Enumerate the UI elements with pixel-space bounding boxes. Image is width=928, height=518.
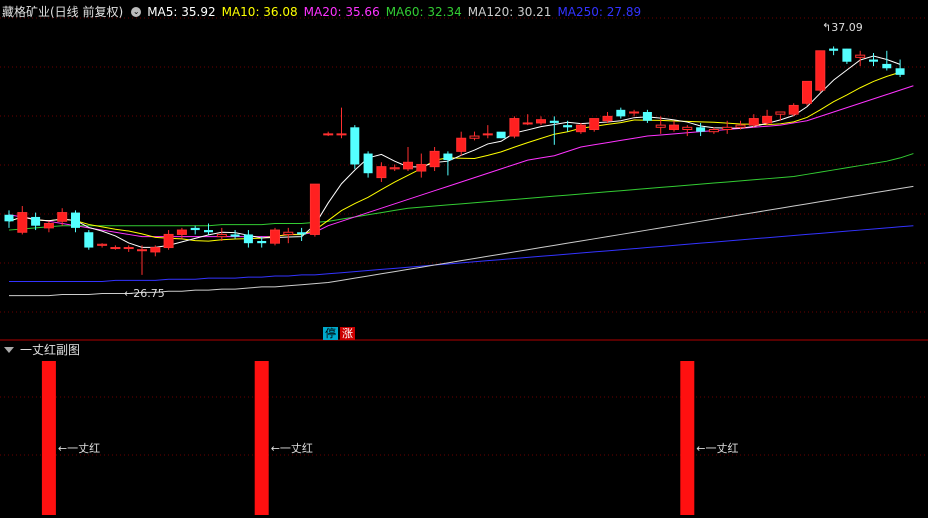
candle-body[interactable]	[655, 124, 666, 128]
candle-body[interactable]	[17, 212, 28, 233]
candle-body[interactable]	[297, 232, 307, 235]
sub-panel-title[interactable]: 一丈红副图	[20, 343, 80, 357]
candle-body[interactable]	[257, 240, 267, 244]
high-price-value: 37.09	[831, 21, 863, 34]
settings-circle-icon[interactable]: ⌄	[131, 6, 142, 17]
candle-body[interactable]	[642, 112, 652, 121]
stock-title[interactable]: 藏格矿业(日线 前复权)	[2, 5, 123, 19]
candle-body[interactable]	[788, 104, 799, 115]
rise-badge: 涨	[340, 327, 355, 340]
candle-body[interactable]	[748, 118, 759, 126]
candle-body[interactable]	[842, 48, 852, 62]
stop-badge: 停	[323, 327, 338, 340]
candle-body[interactable]	[895, 68, 905, 75]
kline-chart-area	[0, 17, 928, 515]
ma-lines	[8, 55, 914, 297]
candle-body[interactable]	[176, 229, 187, 235]
candle-body[interactable]	[190, 227, 200, 231]
candle-body[interactable]	[575, 124, 586, 133]
candle-body[interactable]	[204, 230, 213, 233]
candle-body[interactable]	[4, 214, 14, 222]
candle-body[interactable]	[496, 131, 506, 139]
sub-signals	[41, 361, 695, 515]
candle-body[interactable]	[416, 163, 427, 172]
candle-body[interactable]	[31, 216, 41, 226]
ma5-line	[8, 55, 901, 248]
candle-body[interactable]	[469, 135, 480, 139]
candle-body[interactable]	[43, 223, 54, 229]
sub-header: 一丈红副图	[2, 343, 86, 357]
candle-body[interactable]	[735, 124, 746, 128]
candle-body[interactable]	[882, 63, 892, 69]
yizhanghong-signal-bar[interactable]	[254, 361, 269, 515]
candle-body[interactable]	[669, 124, 679, 130]
ma-label-ma10: MA10: 36.08	[221, 5, 298, 19]
candle-body[interactable]	[270, 229, 280, 244]
candle-body[interactable]	[429, 150, 440, 168]
candle-body[interactable]	[722, 126, 733, 130]
candle-body[interactable]	[829, 48, 839, 51]
ma-label-ma120: MA120: 30.21	[467, 5, 552, 19]
candle-body[interactable]	[110, 247, 121, 250]
candle-body[interactable]	[536, 119, 546, 124]
candle-body[interactable]	[589, 118, 600, 130]
candle-body[interactable]	[602, 115, 613, 122]
candle-body[interactable]	[869, 59, 878, 62]
ma-label-ma60: MA60: 32.34	[385, 5, 462, 19]
candle-body[interactable]	[616, 109, 626, 117]
candle-body[interactable]	[163, 233, 174, 249]
candle-body[interactable]	[629, 111, 640, 114]
candle-body[interactable]	[150, 247, 161, 253]
candle-body[interactable]	[456, 137, 467, 152]
main-header: 藏格矿业(日线 前复权) ⌄ MA5: 35.92 MA10: 36.08 MA20: …	[2, 5, 653, 19]
candle-body[interactable]	[283, 231, 294, 235]
candle-body[interactable]	[815, 50, 826, 91]
ma-label-ma5: MA5: 35.92	[147, 5, 216, 19]
high-price-marker: ↰37.09	[822, 21, 863, 34]
ma120-line	[9, 185, 914, 297]
candle-body[interactable]	[336, 133, 347, 136]
signal-label: ←一丈红	[696, 442, 739, 455]
candle-body[interactable]	[696, 127, 706, 132]
candles	[4, 46, 905, 275]
candle-body[interactable]	[230, 234, 240, 237]
ma-label-ma250: MA250: 27.89	[557, 5, 642, 19]
candle-body[interactable]	[84, 232, 94, 248]
candle-body[interactable]	[682, 126, 693, 130]
candle-body[interactable]	[762, 115, 773, 124]
candle-body[interactable]	[376, 166, 387, 179]
candle-body[interactable]	[71, 212, 80, 228]
signal-label: ←一丈红	[57, 442, 101, 455]
candle-body[interactable]	[57, 212, 68, 222]
candle-body[interactable]	[123, 247, 134, 250]
signal-label: ←一丈红	[270, 442, 313, 455]
candle-body[interactable]	[389, 167, 400, 170]
ma10-line	[8, 71, 901, 242]
candle-body[interactable]	[549, 120, 559, 123]
low-price-marker: ←26.75	[124, 287, 165, 300]
candle-body[interactable]	[708, 128, 719, 133]
candle-body[interactable]	[802, 80, 812, 104]
ma-label-ma20: MA20: 35.66	[303, 5, 380, 19]
yizhanghong-signal-bar[interactable]	[41, 361, 56, 515]
candle-body[interactable]	[482, 133, 493, 136]
collapse-triangle-icon[interactable]	[4, 347, 14, 353]
candle-body[interactable]	[443, 153, 453, 161]
candle-body[interactable]	[97, 243, 108, 246]
candle-body[interactable]	[509, 118, 520, 137]
candle-body[interactable]	[563, 125, 573, 128]
candle-body[interactable]	[855, 54, 866, 58]
candle-body[interactable]	[522, 122, 533, 125]
candle-body[interactable]	[363, 153, 373, 174]
yizhanghong-signal-bar[interactable]	[680, 361, 695, 515]
candle-body[interactable]	[775, 111, 786, 115]
candle-body[interactable]	[323, 133, 334, 136]
ma250-line	[9, 225, 914, 282]
candle-body[interactable]	[137, 249, 147, 252]
candle-body[interactable]	[350, 127, 360, 165]
candle-body[interactable]	[216, 233, 227, 238]
candle-body[interactable]	[309, 183, 320, 235]
candle-body[interactable]	[403, 161, 413, 170]
candle-body[interactable]	[243, 234, 253, 244]
